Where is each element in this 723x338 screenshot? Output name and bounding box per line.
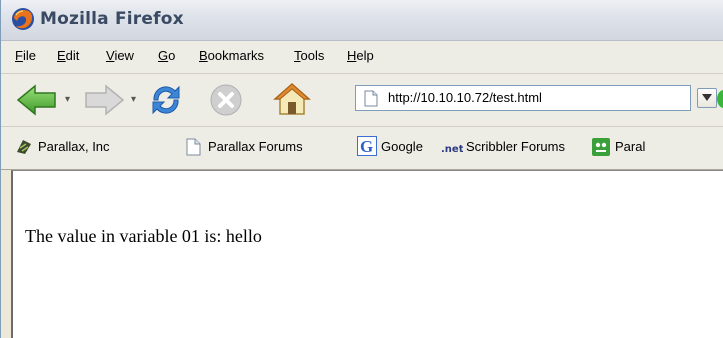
navigation-toolbar: ▾ ▾ http://10.10.10.72/test.html: [1, 74, 723, 127]
bookmark-parallax-forums[interactable]: Parallax Forums: [208, 139, 303, 154]
back-dropdown-icon[interactable]: ▾: [65, 94, 70, 105]
parallax-icon: [17, 140, 31, 154]
menu-go[interactable]: Go: [158, 48, 175, 63]
go-button-icon[interactable]: [717, 90, 723, 108]
menu-edit[interactable]: Edit: [57, 48, 79, 63]
address-bar[interactable]: http://10.10.10.72/test.html: [355, 85, 691, 111]
home-icon[interactable]: [273, 81, 311, 117]
browser-window: Mozilla Firefox File Edit View Go Bookma…: [0, 0, 723, 338]
window-title: Mozilla Firefox: [40, 9, 184, 29]
svg-text:.net: .net: [441, 144, 463, 155]
bookmark-parallax-inc[interactable]: Parallax, Inc: [38, 139, 110, 154]
title-bar: Mozilla Firefox: [1, 0, 723, 41]
menu-tools[interactable]: Tools: [294, 48, 324, 63]
menu-file[interactable]: File: [15, 48, 36, 63]
menu-help[interactable]: Help: [347, 48, 374, 63]
bookmarks-toolbar: Parallax, Inc Parallax Forums G Google .…: [1, 127, 723, 170]
menu-bookmarks[interactable]: Bookmarks: [199, 48, 264, 63]
url-text[interactable]: http://10.10.10.72/test.html: [388, 90, 542, 105]
reload-icon[interactable]: [148, 82, 184, 118]
google-icon: G: [357, 136, 377, 156]
firefox-logo-icon: [12, 8, 34, 30]
dotnet-icon: .net: [441, 144, 463, 155]
stop-icon[interactable]: [209, 83, 243, 117]
page-text: The value in variable 01 is: hello: [25, 226, 262, 246]
svg-text:G: G: [360, 137, 373, 156]
bookmark-scribbler-forums[interactable]: Scribbler Forums: [466, 139, 565, 154]
url-history-dropdown-button[interactable]: [697, 88, 717, 108]
forward-arrow-icon[interactable]: [83, 83, 125, 117]
bookmark-paral[interactable]: Paral: [615, 139, 645, 154]
scribbler-icon: [592, 138, 610, 156]
forward-dropdown-icon[interactable]: ▾: [131, 94, 136, 105]
page-icon: [364, 90, 378, 107]
page-icon: [186, 138, 201, 156]
back-arrow-icon[interactable]: [16, 83, 58, 117]
page-content-area: [11, 170, 723, 338]
bookmark-google[interactable]: Google: [381, 139, 423, 154]
menu-bar: File Edit View Go Bookmarks Tools Help: [1, 41, 723, 74]
menu-view[interactable]: View: [106, 48, 134, 63]
